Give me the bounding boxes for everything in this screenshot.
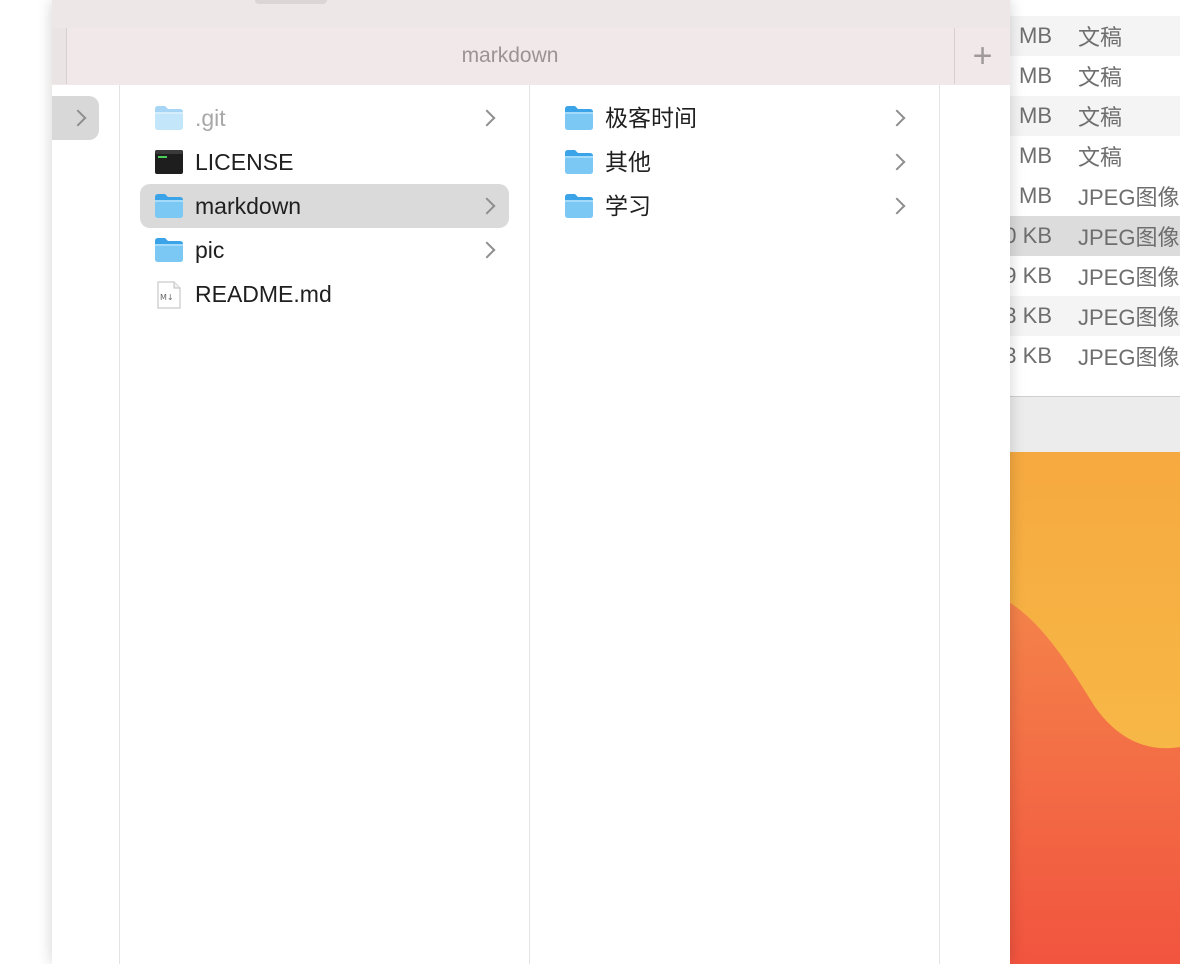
file-size: 3 KB <box>1004 303 1052 328</box>
desktop: MB 文稿 MB 文稿 MB 文稿 MB 文稿 MB JPEG图像 0 KB JPEG图像 9 KB JP… <box>0 0 1180 964</box>
column1-item-label: pic <box>195 237 225 263</box>
folder-icon <box>154 105 184 131</box>
file-kind: JPEG图像 <box>1078 185 1180 210</box>
column-empty[interactable] <box>940 85 1010 964</box>
background-file-row[interactable]: 3 KB JPEG图像 <box>1000 336 1180 376</box>
column-repository[interactable]: .git LICENSE markdown pic M↓ README.md <box>120 85 530 964</box>
background-window-toolbar <box>1000 396 1180 453</box>
terminal-file-icon <box>154 149 184 175</box>
background-file-row[interactable]: 0 KB JPEG图像 <box>1000 216 1180 256</box>
chevron-right-icon <box>478 241 496 259</box>
column-markdown[interactable]: 极客时间 其他 学习 <box>530 85 940 964</box>
file-kind: JPEG图像 <box>1078 345 1180 370</box>
background-file-row[interactable]: MB JPEG图像 <box>1000 176 1180 216</box>
file-size: 3 KB <box>1004 343 1052 368</box>
folder-icon <box>564 105 594 131</box>
chevron-right-icon <box>478 197 496 215</box>
file-kind: 文稿 <box>1078 25 1123 50</box>
column1-item-label: LICENSE <box>195 149 294 175</box>
chevron-right-icon <box>888 109 906 127</box>
column1-item-label: .git <box>195 105 226 131</box>
column1-item[interactable]: M↓ README.md <box>140 272 509 316</box>
wallpaper-graphic <box>1000 452 1180 964</box>
file-size: MB <box>1019 23 1052 48</box>
background-file-row[interactable]: MB 文稿 <box>1000 16 1180 56</box>
column1-item[interactable]: LICENSE <box>140 140 509 184</box>
background-file-row[interactable]: MB 文稿 <box>1000 136 1180 176</box>
file-kind: 文稿 <box>1078 105 1123 130</box>
file-kind: JPEG图像 <box>1078 225 1180 250</box>
file-kind: 文稿 <box>1078 145 1123 170</box>
folder-icon <box>564 149 594 175</box>
column1-item[interactable]: markdown <box>140 184 509 228</box>
file-size: MB <box>1019 63 1052 88</box>
chevron-right-icon <box>478 109 496 127</box>
markdown-file-icon: M↓ <box>154 281 184 309</box>
file-size: MB <box>1019 103 1052 128</box>
column2-item[interactable]: 学习 <box>550 184 919 228</box>
tab-markdown[interactable]: markdown <box>66 28 954 84</box>
background-file-row[interactable]: MB 文稿 <box>1000 96 1180 136</box>
column2-item[interactable]: 其他 <box>550 140 919 184</box>
folder-icon <box>564 193 594 219</box>
left-background-area <box>0 0 52 964</box>
folder-icon <box>154 193 184 219</box>
column1-item-label: markdown <box>195 193 302 219</box>
svg-text:M↓: M↓ <box>160 293 174 302</box>
chevron-right-icon <box>888 197 906 215</box>
column2-item-label: 极客时间 <box>605 105 697 131</box>
column2-item-label: 学习 <box>605 193 651 219</box>
new-tab-button[interactable]: + <box>954 28 1010 84</box>
file-kind: JPEG图像 <box>1078 305 1180 330</box>
file-size: MB <box>1019 183 1052 208</box>
chevron-right-icon <box>69 109 87 127</box>
file-size: MB <box>1019 143 1052 168</box>
file-kind: 文稿 <box>1078 65 1123 90</box>
column-parent[interactable] <box>52 85 120 964</box>
column2-item[interactable]: 极客时间 <box>550 96 919 140</box>
column1-item[interactable]: .git <box>140 96 509 140</box>
tab-bar: markdown + <box>52 28 1010 86</box>
background-file-row[interactable]: MB 文稿 <box>1000 56 1180 96</box>
background-file-row[interactable]: 3 KB JPEG图像 <box>1000 296 1180 336</box>
background-file-row[interactable]: 9 KB JPEG图像 <box>1000 256 1180 296</box>
column2-item-label: 其他 <box>605 149 651 175</box>
column1-item[interactable]: pic <box>140 228 509 272</box>
column1-item-label: README.md <box>195 281 332 307</box>
file-kind: JPEG图像 <box>1078 265 1180 290</box>
toolbar-control-fragment <box>255 0 327 4</box>
desktop-wallpaper <box>1000 452 1180 964</box>
chevron-right-icon <box>888 153 906 171</box>
parent-selected-item[interactable] <box>52 96 99 140</box>
folder-icon <box>154 237 184 263</box>
toolbar-strip <box>52 0 1010 28</box>
tab-previous[interactable] <box>52 28 67 84</box>
finder-window: markdown + .git LICENSE markdown pic M↓ … <box>52 0 1010 964</box>
file-size: 0 KB <box>1004 223 1052 248</box>
background-finder-window: MB 文稿 MB 文稿 MB 文稿 MB 文稿 MB JPEG图像 0 KB JPEG图像 9 KB JP… <box>1000 0 1180 964</box>
file-size: 9 KB <box>1004 263 1052 288</box>
